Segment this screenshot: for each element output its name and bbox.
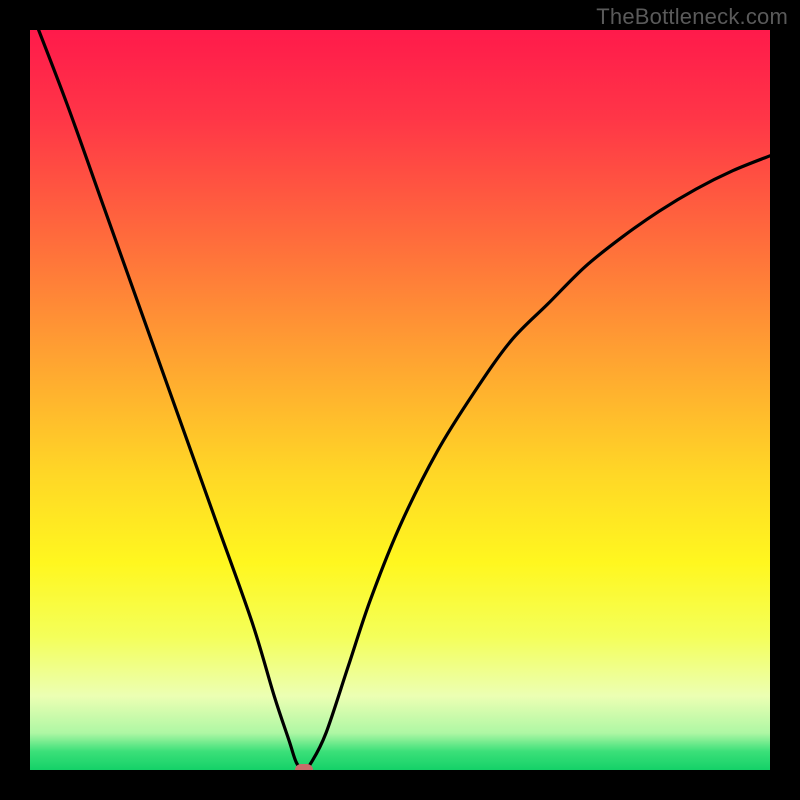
- attribution-text: TheBottleneck.com: [596, 4, 788, 30]
- plot-area: [30, 30, 770, 770]
- bottleneck-curve: [30, 30, 770, 770]
- chart-frame: TheBottleneck.com: [0, 0, 800, 800]
- optimal-point-marker: [295, 764, 313, 770]
